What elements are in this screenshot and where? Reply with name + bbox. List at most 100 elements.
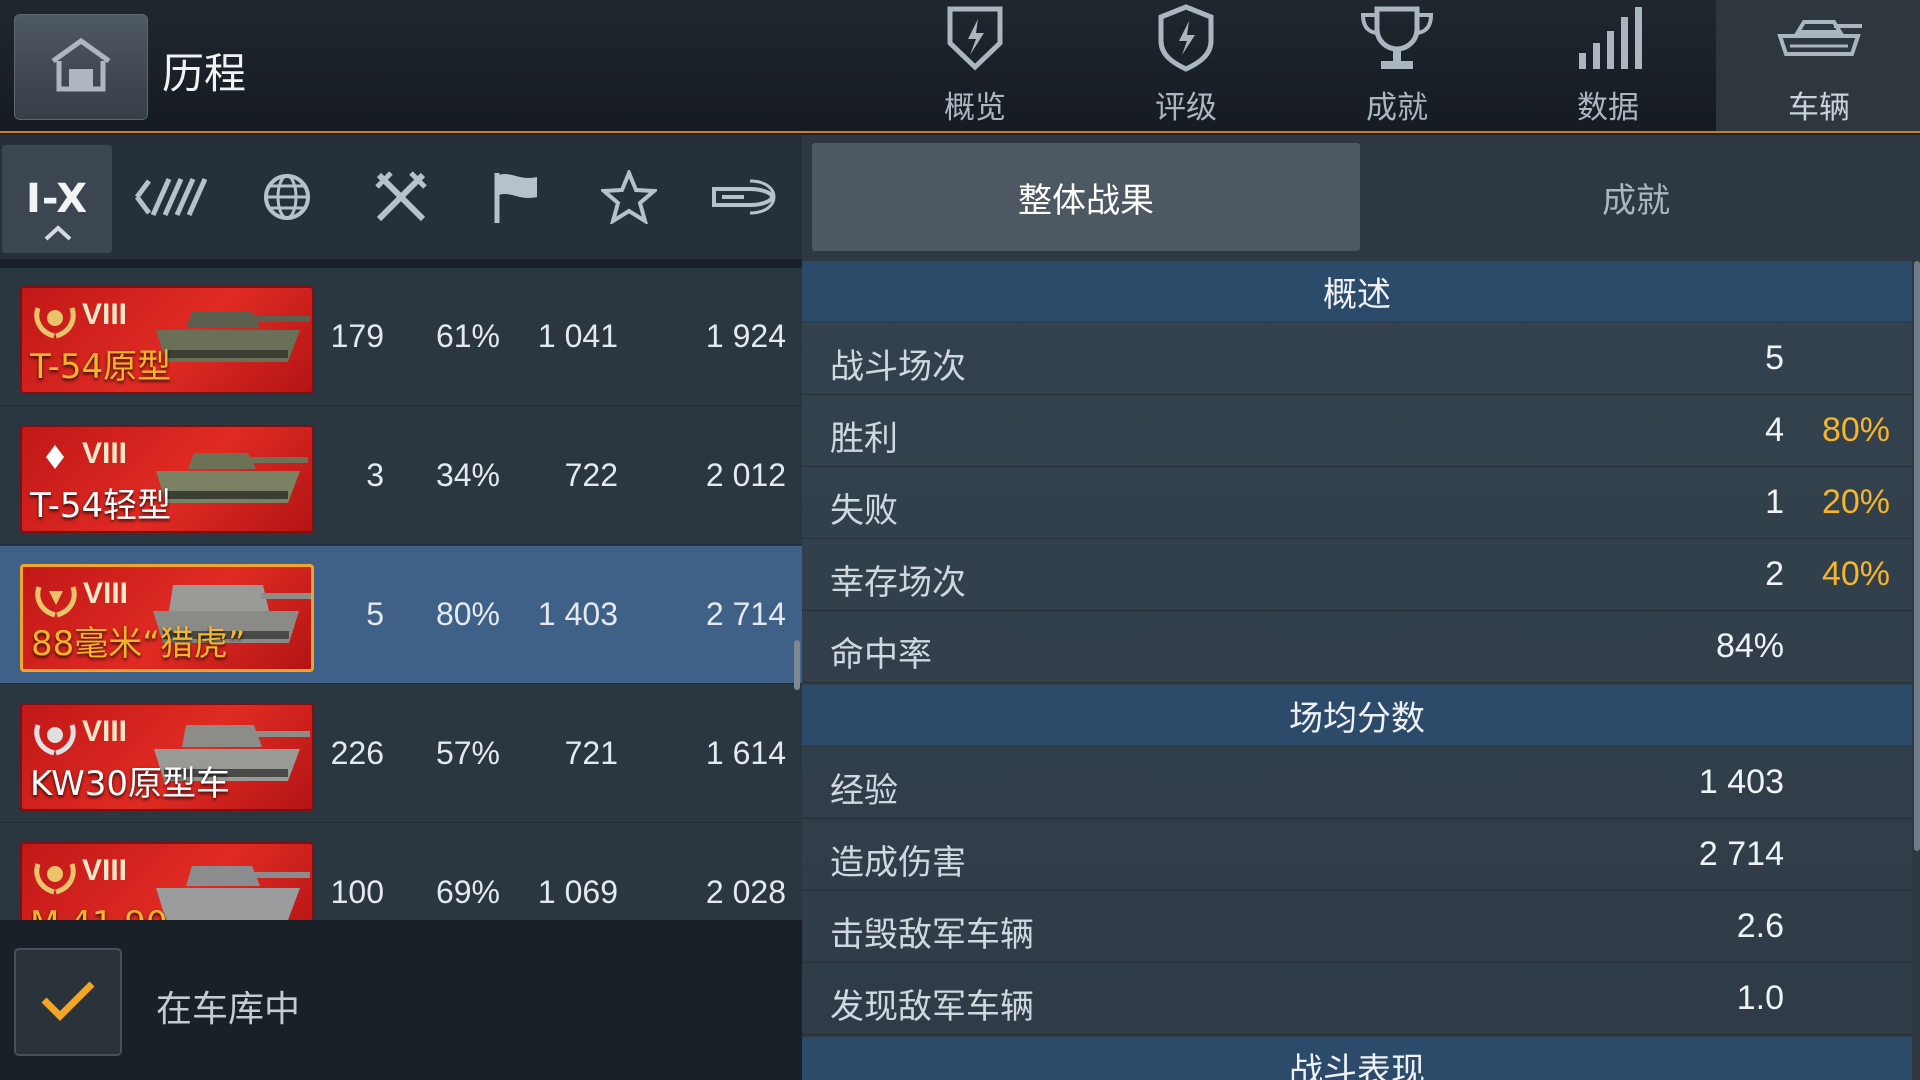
stat-label: 发现敌军车辆 bbox=[830, 987, 1034, 1027]
battle-type-filter[interactable] bbox=[346, 145, 456, 253]
stat-label: 战斗场次 bbox=[830, 347, 966, 387]
stat-value: 4 bbox=[1765, 411, 1784, 449]
vehicle-name: KW30原型车 bbox=[30, 764, 230, 804]
stat-row-survived: 幸存场次 2 40% bbox=[802, 539, 1912, 611]
garage-filter-bar: 在车库中 bbox=[0, 920, 802, 1080]
win-rate: 69% bbox=[435, 874, 500, 910]
tab-statistics[interactable]: 数据 bbox=[1505, 0, 1711, 131]
tab-overview[interactable]: 概览 bbox=[872, 0, 1078, 131]
vehicle-filter-bar: I-X bbox=[0, 135, 802, 260]
stat-row-damage: 造成伤害 2 714 bbox=[802, 819, 1912, 891]
vehicle-tier: VIII bbox=[82, 715, 128, 748]
stats-table[interactable]: 概述 战斗场次 5 胜利 4 80% 失败 1 20% 幸存场次 2 40% 命… bbox=[802, 261, 1912, 1080]
premium-filter[interactable] bbox=[688, 145, 798, 253]
vehicle-tier: VIII bbox=[82, 298, 128, 331]
tab-label: 评级 bbox=[1155, 90, 1217, 126]
laurel-emblem-icon bbox=[32, 717, 78, 757]
in-garage-label: 在车库中 bbox=[156, 989, 301, 1030]
vehicle-name: T-54轻型 bbox=[30, 486, 172, 526]
tab-achievements[interactable]: 成就 bbox=[1294, 0, 1500, 131]
stat-percent: 40% bbox=[1821, 555, 1890, 593]
battles-count: 3 bbox=[366, 457, 384, 493]
garage-home-icon bbox=[49, 37, 113, 97]
vehicle-name: M 41 90 bbox=[30, 904, 167, 920]
vehicle-row[interactable]: VIII T-54原型 179 61% 1 041 1 924 bbox=[0, 268, 802, 406]
stat-label: 经验 bbox=[830, 771, 898, 811]
tab-vehicles[interactable]: 车辆 bbox=[1716, 0, 1920, 131]
stat-percent: 80% bbox=[1821, 411, 1890, 449]
win-rate: 61% bbox=[435, 318, 500, 354]
vehicle-name: 88毫米“猎虎” bbox=[31, 624, 246, 664]
vehicle-tier: VIII bbox=[82, 437, 128, 470]
stat-value: 84% bbox=[1715, 627, 1784, 665]
vehicle-card: VIII M 41 90 bbox=[20, 842, 314, 920]
avg-damage: 2 012 bbox=[705, 457, 786, 493]
caret-up-icon bbox=[44, 225, 72, 245]
tier-filter-button[interactable]: I-X bbox=[2, 145, 112, 253]
averages-section-header: 场均分数 bbox=[802, 685, 1912, 745]
tier-filter-label: I-X bbox=[25, 176, 89, 222]
checkmark-icon bbox=[40, 978, 96, 1026]
flag-filter[interactable] bbox=[460, 145, 570, 253]
vehicle-row[interactable]: VIII KW30原型车 226 57% 721 1 614 bbox=[0, 685, 802, 823]
avg-damage: 2 714 bbox=[705, 596, 786, 632]
favorites-filter[interactable] bbox=[574, 145, 684, 253]
avg-experience: 1 069 bbox=[537, 874, 618, 910]
stat-value: 2 bbox=[1765, 555, 1784, 593]
achievements-tab[interactable]: 成就 bbox=[1362, 143, 1910, 251]
home-button[interactable] bbox=[14, 14, 148, 120]
diamond-emblem-icon bbox=[32, 439, 78, 479]
avg-experience: 721 bbox=[564, 735, 618, 771]
top-bar: 历程 概览 评级 成就 数据 车辆 bbox=[0, 0, 1920, 133]
vehicle-list[interactable]: VIII T-54原型 179 61% 1 041 1 924 VIII T-5… bbox=[0, 268, 802, 920]
stats-scrollbar[interactable] bbox=[1914, 261, 1920, 851]
stat-row-defeats: 失败 1 20% bbox=[802, 467, 1912, 539]
star-icon bbox=[598, 167, 660, 228]
avg-experience: 1 041 bbox=[537, 318, 618, 354]
vehicle-class-icon bbox=[135, 175, 208, 223]
performance-section-header: 战斗表现 bbox=[802, 1037, 1912, 1080]
stat-row-destroyed: 击毁敌军车辆 2.6 bbox=[802, 891, 1912, 963]
stat-row-spotted: 发现敌军车辆 1.0 bbox=[802, 963, 1912, 1035]
stat-value: 1 bbox=[1765, 483, 1784, 521]
list-scrollbar[interactable] bbox=[794, 640, 800, 690]
vehicle-row-selected[interactable]: VIII 88毫米“猎虎” 5 80% 1 403 2 714 bbox=[0, 546, 802, 684]
stat-value: 5 bbox=[1765, 339, 1784, 377]
stat-value: 1.0 bbox=[1736, 979, 1784, 1017]
stat-label: 失败 bbox=[830, 491, 898, 531]
laurel-emblem-icon bbox=[32, 300, 78, 340]
vehicle-card: VIII KW30原型车 bbox=[20, 703, 314, 811]
overall-results-tab[interactable]: 整体战果 bbox=[812, 143, 1360, 251]
vehicle-card: VIII 88毫米“猎虎” bbox=[20, 564, 314, 672]
laurel-emblem-icon bbox=[33, 579, 79, 619]
win-rate: 80% bbox=[435, 596, 500, 632]
tab-label: 车辆 bbox=[1788, 90, 1850, 126]
overview-section-header: 概述 bbox=[802, 261, 1912, 321]
stat-value: 2.6 bbox=[1736, 907, 1784, 945]
vehicle-class-filter[interactable] bbox=[116, 145, 226, 253]
battles-count: 226 bbox=[330, 735, 384, 771]
nation-filter[interactable] bbox=[232, 145, 342, 253]
in-garage-checkbox[interactable] bbox=[14, 948, 122, 1056]
stat-label: 胜利 bbox=[830, 419, 898, 459]
trophy-icon bbox=[1352, 0, 1442, 76]
premium-shell-icon bbox=[710, 175, 776, 223]
stats-panel: 整体战果 成就 概述 战斗场次 5 胜利 4 80% 失败 1 20% 幸存场次… bbox=[802, 135, 1920, 1080]
stat-value: 1 403 bbox=[1698, 763, 1784, 801]
stat-label: 击毁敌军车辆 bbox=[830, 915, 1034, 955]
stat-label: 造成伤害 bbox=[830, 843, 966, 883]
bar-stats-icon bbox=[1563, 0, 1653, 76]
tab-rating[interactable]: 评级 bbox=[1083, 0, 1289, 131]
vehicle-row[interactable]: VIII M 41 90 100 69% 1 069 2 028 bbox=[0, 824, 802, 920]
avg-damage: 2 028 bbox=[705, 874, 786, 910]
tab-label: 数据 bbox=[1577, 90, 1639, 126]
vehicle-tier: VIII bbox=[83, 577, 129, 610]
stat-label: 命中率 bbox=[830, 635, 932, 675]
flag-icon bbox=[489, 169, 541, 229]
battles-count: 5 bbox=[366, 596, 384, 632]
vehicle-row[interactable]: VIII T-54轻型 3 34% 722 2 012 bbox=[0, 407, 802, 545]
win-rate: 34% bbox=[435, 457, 500, 493]
stat-row-experience: 经验 1 403 bbox=[802, 747, 1912, 819]
tank-icon bbox=[1774, 0, 1864, 76]
win-rate: 57% bbox=[435, 735, 500, 771]
